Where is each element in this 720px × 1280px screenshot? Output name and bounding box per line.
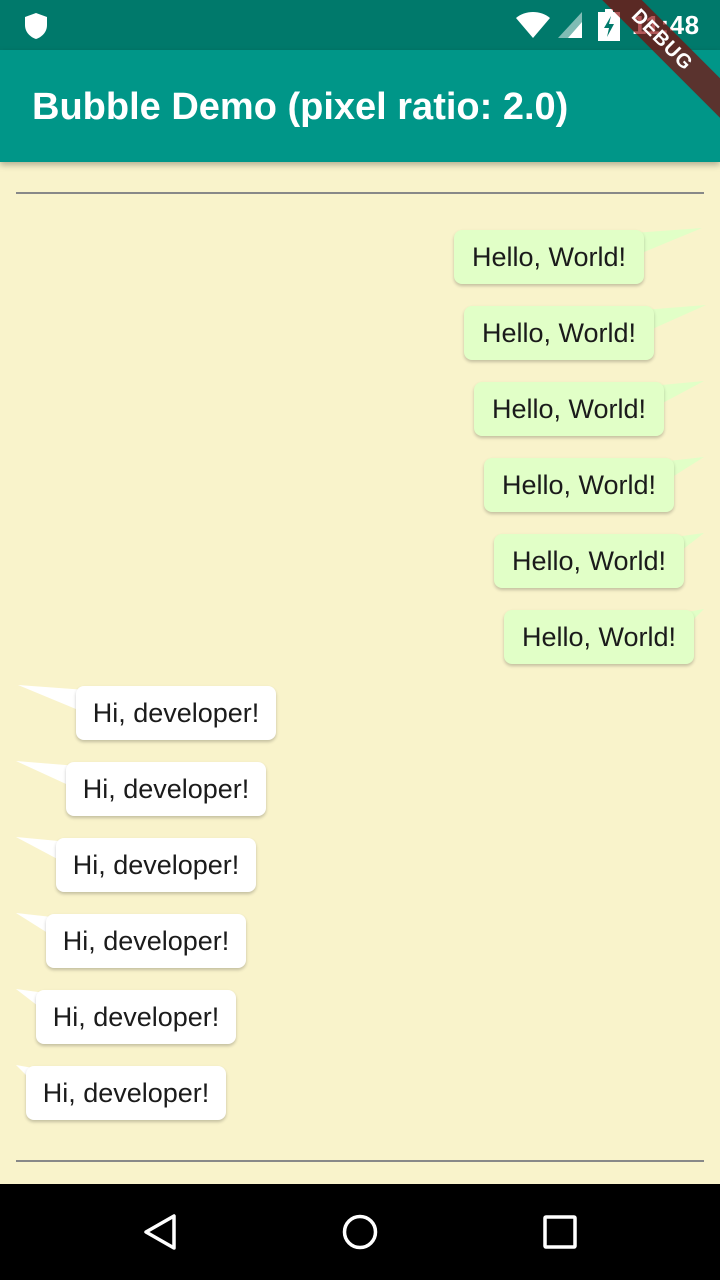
cellular-signal-icon <box>558 12 582 38</box>
received-message-bubble[interactable]: Hi, developer! <box>36 990 236 1044</box>
recents-icon[interactable] <box>542 1214 578 1250</box>
received-message-bubble[interactable]: Hi, developer! <box>66 762 266 816</box>
top-divider <box>16 192 704 194</box>
received-message-bubble[interactable]: Hi, developer! <box>56 838 256 892</box>
received-message-bubble[interactable]: Hi, developer! <box>46 914 246 968</box>
sent-message-bubble[interactable]: Hello, World! <box>504 610 694 664</box>
received-message-bubble[interactable]: Hi, developer! <box>76 686 276 740</box>
wifi-icon <box>516 12 550 38</box>
shield-icon <box>25 13 47 39</box>
page-title: Bubble Demo (pixel ratio: 2.0) <box>32 86 569 128</box>
sent-message-bubble[interactable]: Hello, World! <box>494 534 684 588</box>
home-icon[interactable] <box>340 1212 380 1252</box>
navigation-bar <box>0 1184 720 1280</box>
sent-message-bubble[interactable]: Hello, World! <box>484 458 674 512</box>
bottom-divider <box>16 1160 704 1162</box>
sent-message-bubble[interactable]: Hello, World! <box>454 230 644 284</box>
app-bar: Bubble Demo (pixel ratio: 2.0) <box>0 50 720 162</box>
back-icon[interactable] <box>140 1212 180 1252</box>
sent-message-bubble[interactable]: Hello, World! <box>464 306 654 360</box>
received-message-bubble[interactable]: Hi, developer! <box>26 1066 226 1120</box>
sent-message-bubble[interactable]: Hello, World! <box>474 382 664 436</box>
